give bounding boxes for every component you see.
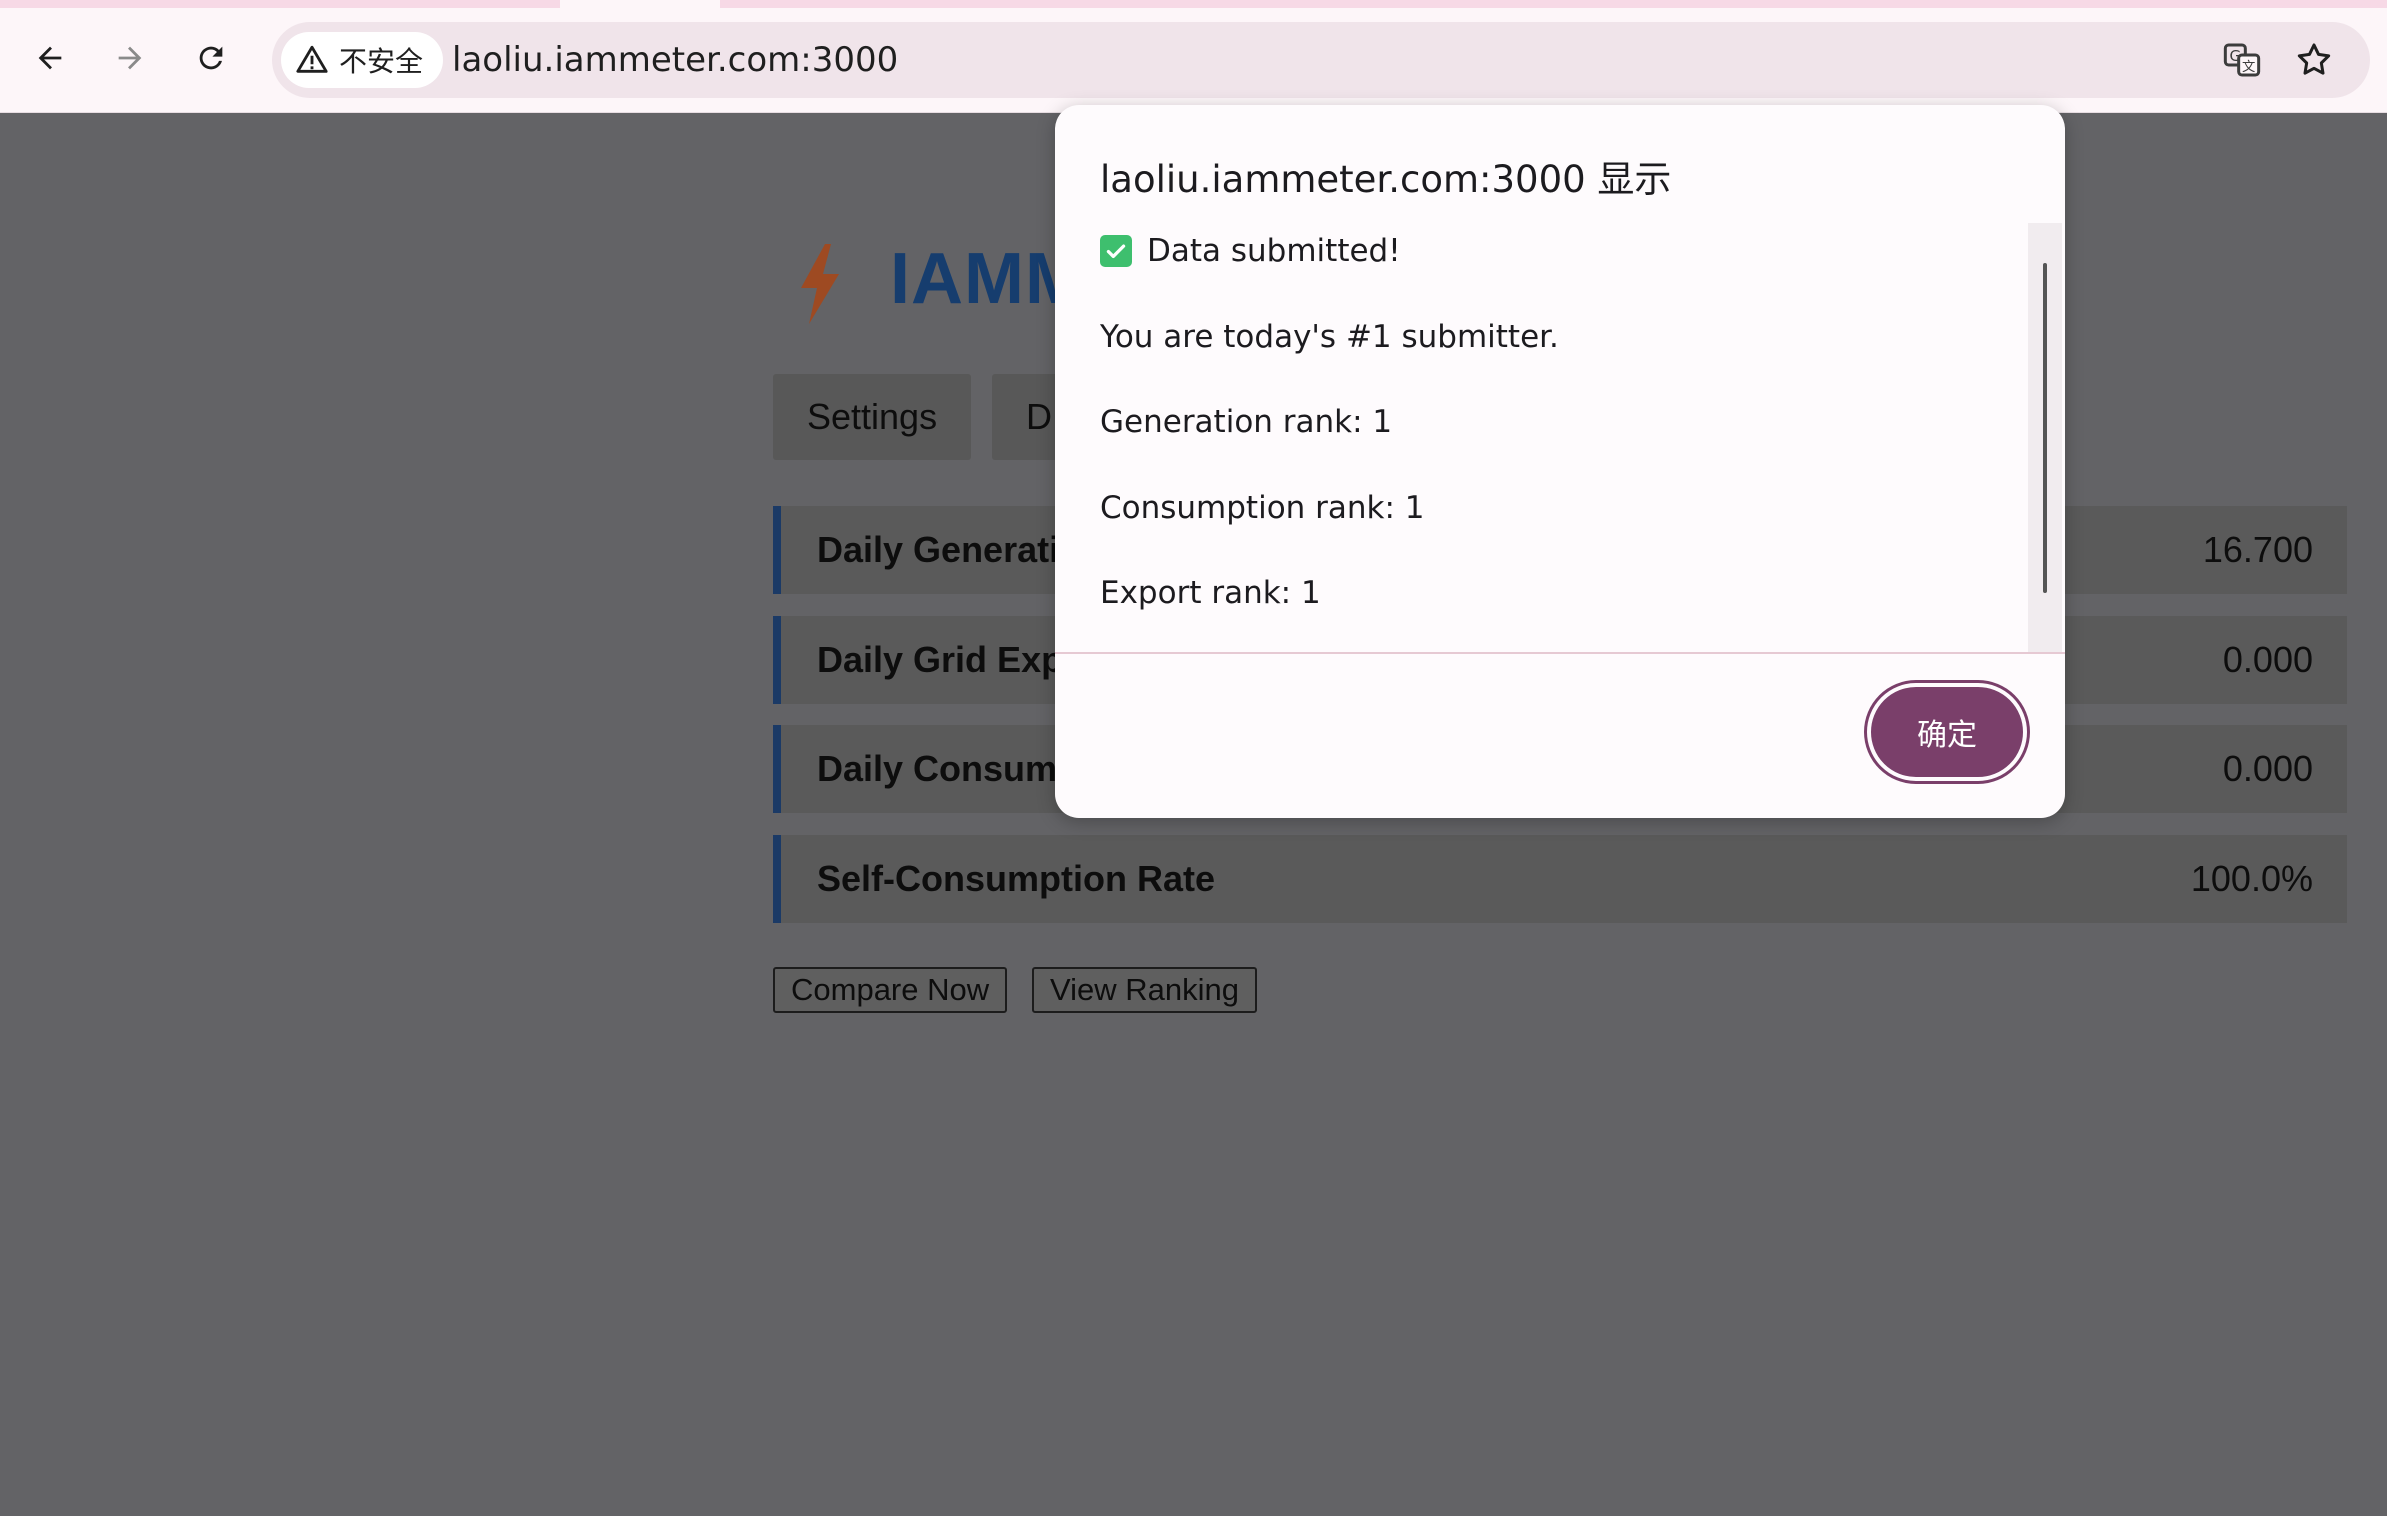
metric-label: Self-Consumption Rate: [817, 858, 1216, 899]
dialog-message: Data submitted! You are today's #1 submi…: [1055, 223, 2065, 758]
arrow-left-icon: [38, 46, 62, 70]
metric-label: Daily Generati: [817, 529, 1060, 570]
message-line-consumption-rank: Consumption rank: 1: [1100, 490, 1425, 526]
back-button[interactable]: [22, 30, 78, 86]
ok-button[interactable]: 确定: [1867, 683, 2027, 781]
translate-icon: G 文: [2223, 43, 2261, 77]
alert-dialog: laoliu.iammeter.com:3000 显示 Data submitt…: [1055, 105, 2065, 818]
security-chip[interactable]: 不安全: [281, 32, 444, 88]
message-text: Data submitted!: [1147, 233, 1401, 269]
translate-button[interactable]: G 文: [2218, 36, 2266, 84]
check-icon: [1100, 235, 1132, 267]
metric-value: 0.000: [2222, 748, 2313, 789]
tab-settings[interactable]: Settings: [773, 374, 972, 460]
metric-label: Daily Grid Exp: [817, 639, 1064, 680]
reload-icon: [199, 46, 223, 70]
forward-button[interactable]: [102, 30, 158, 86]
star-icon: [2297, 43, 2331, 75]
url-text[interactable]: laoliu.iammeter.com:3000: [452, 22, 898, 98]
dialog-title: laoliu.iammeter.com:3000 显示: [1100, 158, 1672, 201]
metric-value: 16.700: [2202, 529, 2313, 570]
scrollbar-thumb[interactable]: [2043, 263, 2047, 593]
arrow-right-icon: [118, 46, 142, 70]
active-tab[interactable]: [560, 0, 720, 8]
message-line-generation-rank: Generation rank: 1: [1100, 404, 1393, 440]
browser-toolbar: 不安全 laoliu.iammeter.com:3000 G 文: [0, 8, 2387, 113]
security-label: 不安全: [339, 45, 424, 78]
tab-strip: [0, 0, 2387, 8]
view-ranking-button[interactable]: View Ranking: [1032, 967, 1257, 1013]
metric-value: 100.0%: [2190, 858, 2313, 899]
dialog-divider: [1055, 652, 2065, 654]
metric-value: 0.000: [2222, 639, 2313, 680]
address-bar[interactable]: 不安全 laoliu.iammeter.com:3000 G 文: [272, 22, 2370, 98]
metric-label: Daily Consum: [817, 748, 1058, 789]
lightning-bolt-icon: [801, 244, 839, 324]
svg-text:文: 文: [2242, 59, 2255, 75]
dialog-scrollbar[interactable]: [2028, 223, 2062, 653]
reload-button[interactable]: [183, 30, 239, 86]
message-line-submitted: Data submitted!: [1100, 227, 1401, 275]
metric-row-self-consumption-rate: Self-Consumption Rate 100.0%: [773, 835, 2347, 923]
message-line-export-rank: Export rank: 1: [1100, 575, 1321, 611]
message-line-submitter: You are today's #1 submitter.: [1100, 319, 1559, 355]
compare-now-button[interactable]: Compare Now: [773, 967, 1008, 1013]
bookmark-button[interactable]: [2290, 36, 2338, 84]
warning-icon: [296, 45, 328, 73]
